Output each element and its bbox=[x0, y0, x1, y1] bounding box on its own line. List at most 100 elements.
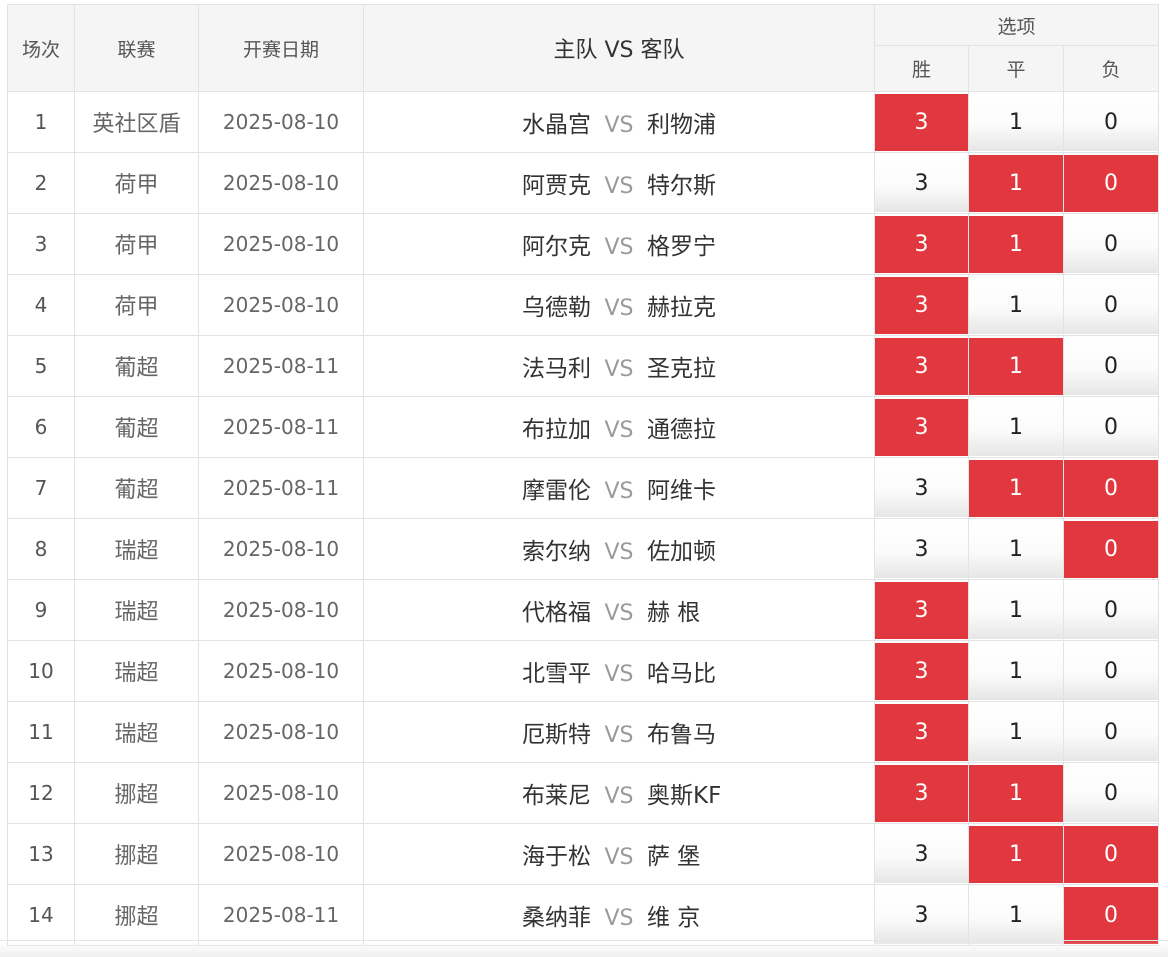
home-team: 水晶宫 bbox=[522, 112, 591, 138]
vs-label: VS bbox=[604, 235, 634, 260]
option-draw-button[interactable]: 1 bbox=[969, 154, 1063, 212]
vs-label: VS bbox=[604, 723, 634, 748]
option-draw-cell: 1 bbox=[968, 884, 1064, 946]
home-team: 厄斯特 bbox=[522, 722, 591, 748]
option-lose-button[interactable]: 0 bbox=[1064, 154, 1159, 212]
option-draw-button[interactable]: 1 bbox=[969, 398, 1063, 456]
home-team: 布莱尼 bbox=[522, 783, 591, 809]
header-option-lose: 负 bbox=[1062, 45, 1160, 92]
league-name: 荷甲 bbox=[74, 274, 199, 336]
option-win-button[interactable]: 3 bbox=[875, 93, 968, 151]
option-lose-button[interactable]: 0 bbox=[1064, 703, 1159, 761]
option-draw-button[interactable]: 1 bbox=[969, 520, 1063, 578]
vs-label: VS bbox=[604, 418, 634, 443]
option-lose-button[interactable]: 0 bbox=[1064, 93, 1159, 151]
option-lose-button[interactable]: 0 bbox=[1064, 215, 1159, 273]
match-number: 1 bbox=[7, 91, 75, 153]
option-win-button[interactable]: 3 bbox=[875, 703, 968, 761]
option-lose-button[interactable]: 0 bbox=[1064, 642, 1159, 700]
option-draw-button[interactable]: 1 bbox=[969, 459, 1063, 517]
table-row: 11 瑞超 2025-08-10 厄斯特 VS 布鲁马 3 1 0 bbox=[7, 701, 1160, 763]
option-lose-cell: 0 bbox=[1062, 762, 1160, 824]
option-draw-button[interactable]: 1 bbox=[969, 642, 1063, 700]
league-name: 葡超 bbox=[74, 457, 199, 519]
away-team: 萨 堡 bbox=[647, 844, 701, 870]
home-team: 乌德勒 bbox=[522, 295, 591, 321]
home-team: 法马利 bbox=[522, 356, 591, 382]
option-lose-button[interactable]: 0 bbox=[1064, 459, 1159, 517]
option-draw-cell: 1 bbox=[968, 579, 1064, 641]
option-win-button[interactable]: 3 bbox=[875, 154, 968, 212]
vs-label: VS bbox=[604, 601, 634, 626]
header-options: 选项 bbox=[873, 4, 1160, 46]
kickoff-date: 2025-08-11 bbox=[198, 884, 364, 946]
option-draw-button[interactable]: 1 bbox=[969, 581, 1063, 639]
teams-cell: 厄斯特 VS 布鲁马 bbox=[363, 701, 875, 763]
option-lose-button[interactable]: 0 bbox=[1064, 764, 1159, 822]
kickoff-date: 2025-08-10 bbox=[198, 213, 364, 275]
match-number: 7 bbox=[7, 457, 75, 519]
option-draw-button[interactable]: 1 bbox=[969, 93, 1063, 151]
league-name: 葡超 bbox=[74, 335, 199, 397]
match-number: 3 bbox=[7, 213, 75, 275]
option-win-button[interactable]: 3 bbox=[875, 398, 968, 456]
option-draw-button[interactable]: 1 bbox=[969, 703, 1063, 761]
option-lose-cell: 0 bbox=[1062, 274, 1160, 336]
option-win-button[interactable]: 3 bbox=[875, 520, 968, 578]
option-win-button[interactable]: 3 bbox=[875, 276, 968, 334]
vs-label: VS bbox=[604, 906, 634, 931]
option-draw-button[interactable]: 1 bbox=[969, 337, 1063, 395]
table-row: 14 挪超 2025-08-11 桑纳菲 VS 维 京 3 1 0 bbox=[7, 884, 1160, 946]
match-number: 2 bbox=[7, 152, 75, 214]
match-number: 13 bbox=[7, 823, 75, 885]
option-lose-cell: 0 bbox=[1062, 396, 1160, 458]
option-draw-button[interactable]: 1 bbox=[969, 276, 1063, 334]
header-match-number: 场次 bbox=[7, 4, 75, 92]
league-name: 荷甲 bbox=[74, 213, 199, 275]
option-win-button[interactable]: 3 bbox=[875, 764, 968, 822]
option-win-button[interactable]: 3 bbox=[875, 886, 968, 944]
kickoff-date: 2025-08-10 bbox=[198, 91, 364, 153]
league-name: 英社区盾 bbox=[74, 91, 199, 153]
option-draw-button[interactable]: 1 bbox=[969, 886, 1063, 944]
option-lose-button[interactable]: 0 bbox=[1064, 520, 1159, 578]
option-lose-button[interactable]: 0 bbox=[1064, 581, 1159, 639]
option-draw-button[interactable]: 1 bbox=[969, 825, 1063, 883]
option-lose-button[interactable]: 0 bbox=[1064, 337, 1159, 395]
option-win-button[interactable]: 3 bbox=[875, 215, 968, 273]
home-team: 阿贾克 bbox=[522, 173, 591, 199]
option-win-button[interactable]: 3 bbox=[875, 337, 968, 395]
option-lose-button[interactable]: 0 bbox=[1064, 825, 1159, 883]
league-name: 挪超 bbox=[74, 762, 199, 824]
table-row: 4 荷甲 2025-08-10 乌德勒 VS 赫拉克 3 1 0 bbox=[7, 274, 1160, 336]
option-lose-button[interactable]: 0 bbox=[1064, 276, 1159, 334]
option-win-button[interactable]: 3 bbox=[875, 459, 968, 517]
option-win-button[interactable]: 3 bbox=[875, 642, 968, 700]
option-draw-cell: 1 bbox=[968, 274, 1064, 336]
teams-cell: 乌德勒 VS 赫拉克 bbox=[363, 274, 875, 336]
header-teams: 主队 VS 客队 bbox=[363, 4, 875, 92]
match-number: 14 bbox=[7, 884, 75, 946]
vs-label: VS bbox=[604, 540, 634, 565]
option-draw-cell: 1 bbox=[968, 518, 1064, 580]
option-win-cell: 3 bbox=[874, 213, 969, 275]
option-win-button[interactable]: 3 bbox=[875, 581, 968, 639]
option-draw-button[interactable]: 1 bbox=[969, 215, 1063, 273]
away-team: 通德拉 bbox=[647, 417, 716, 443]
home-team: 摩雷伦 bbox=[522, 478, 591, 504]
option-lose-cell: 0 bbox=[1062, 701, 1160, 763]
option-draw-button[interactable]: 1 bbox=[969, 764, 1063, 822]
option-win-cell: 3 bbox=[874, 579, 969, 641]
vs-label: VS bbox=[604, 296, 634, 321]
league-name: 挪超 bbox=[74, 823, 199, 885]
option-lose-cell: 0 bbox=[1062, 152, 1160, 214]
option-lose-button[interactable]: 0 bbox=[1064, 398, 1159, 456]
option-win-button[interactable]: 3 bbox=[875, 825, 968, 883]
bottom-scroll-fade bbox=[0, 940, 1168, 957]
teams-cell: 摩雷伦 VS 阿维卡 bbox=[363, 457, 875, 519]
teams-cell: 阿贾克 VS 特尔斯 bbox=[363, 152, 875, 214]
option-lose-cell: 0 bbox=[1062, 579, 1160, 641]
match-number: 9 bbox=[7, 579, 75, 641]
option-lose-button[interactable]: 0 bbox=[1064, 886, 1159, 944]
option-draw-cell: 1 bbox=[968, 213, 1064, 275]
